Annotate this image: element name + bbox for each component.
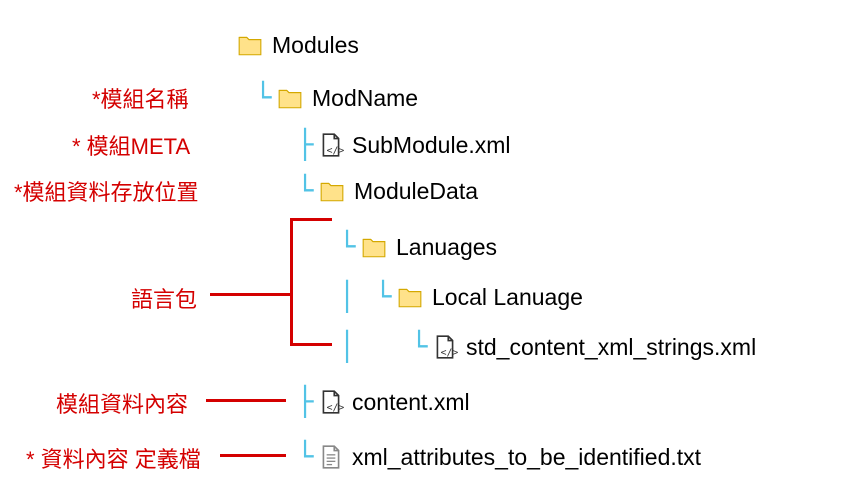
tree-label: Modules xyxy=(272,32,359,59)
tree-connector: ├ xyxy=(292,388,318,416)
annotation-datacontent: 模組資料內容 xyxy=(56,387,188,419)
tree-node-locallang: │ └ Local Lanuage xyxy=(334,280,583,314)
tree-node-strings: │ │ └ std_content_xml_strings.xml xyxy=(334,330,756,364)
tree-node-moduledata: └ ModuleData xyxy=(292,174,478,208)
xml-file-icon xyxy=(318,132,344,158)
folder-icon xyxy=(236,32,264,58)
annotation-attrdefs: * 資料內容 定義檔 xyxy=(26,442,201,474)
tree-node-modname: └ ModName xyxy=(250,81,418,115)
annotation-line xyxy=(206,399,286,402)
folder-icon xyxy=(318,178,346,204)
tree-connector: └ xyxy=(370,283,396,311)
tree-connector: │ xyxy=(334,333,360,361)
folder-icon xyxy=(360,234,388,260)
tree-connector: └ xyxy=(292,443,318,471)
tree-label: std_content_xml_strings.xml xyxy=(466,334,756,361)
tree-label: content.xml xyxy=(352,389,470,416)
tree-connector: ├ xyxy=(292,131,318,159)
xml-file-icon xyxy=(432,334,458,360)
tree-connector: └ xyxy=(250,84,276,112)
tree-node-content: ├ content.xml xyxy=(292,385,470,419)
tree-connector: └ xyxy=(334,233,360,261)
annotation-datapath: *模組資料存放位置 xyxy=(14,175,199,207)
tree-node-modules: Modules xyxy=(236,28,359,62)
tree-label: Local Lanuage xyxy=(432,284,583,311)
bracket-vertical xyxy=(290,218,293,346)
tree-node-attrs: └ xml_attributes_to_be_identified.txt xyxy=(292,440,701,474)
tree-node-submodule: ├ SubModule.xml xyxy=(292,128,511,162)
bracket-stem xyxy=(210,293,290,296)
annotation-langpack: 語言包 xyxy=(131,282,197,314)
txt-file-icon xyxy=(318,444,344,470)
xml-file-icon xyxy=(318,389,344,415)
bracket-bottom xyxy=(290,343,332,346)
tree-connector: │ xyxy=(334,283,360,311)
folder-icon xyxy=(276,85,304,111)
bracket-top xyxy=(290,218,332,221)
tree-label: xml_attributes_to_be_identified.txt xyxy=(352,444,701,471)
tree-connector: └ xyxy=(406,333,432,361)
folder-icon xyxy=(396,284,424,310)
annotation-modname: *模組名稱 xyxy=(92,82,189,114)
tree-label: ModName xyxy=(312,85,418,112)
tree-connector: └ xyxy=(292,177,318,205)
tree-node-languages: └ Lanuages xyxy=(334,230,497,264)
annotation-meta: * 模組META xyxy=(72,129,190,161)
tree-label: SubModule.xml xyxy=(352,132,511,159)
annotation-line xyxy=(220,454,286,457)
tree-label: Lanuages xyxy=(396,234,497,261)
tree-label: ModuleData xyxy=(354,178,478,205)
